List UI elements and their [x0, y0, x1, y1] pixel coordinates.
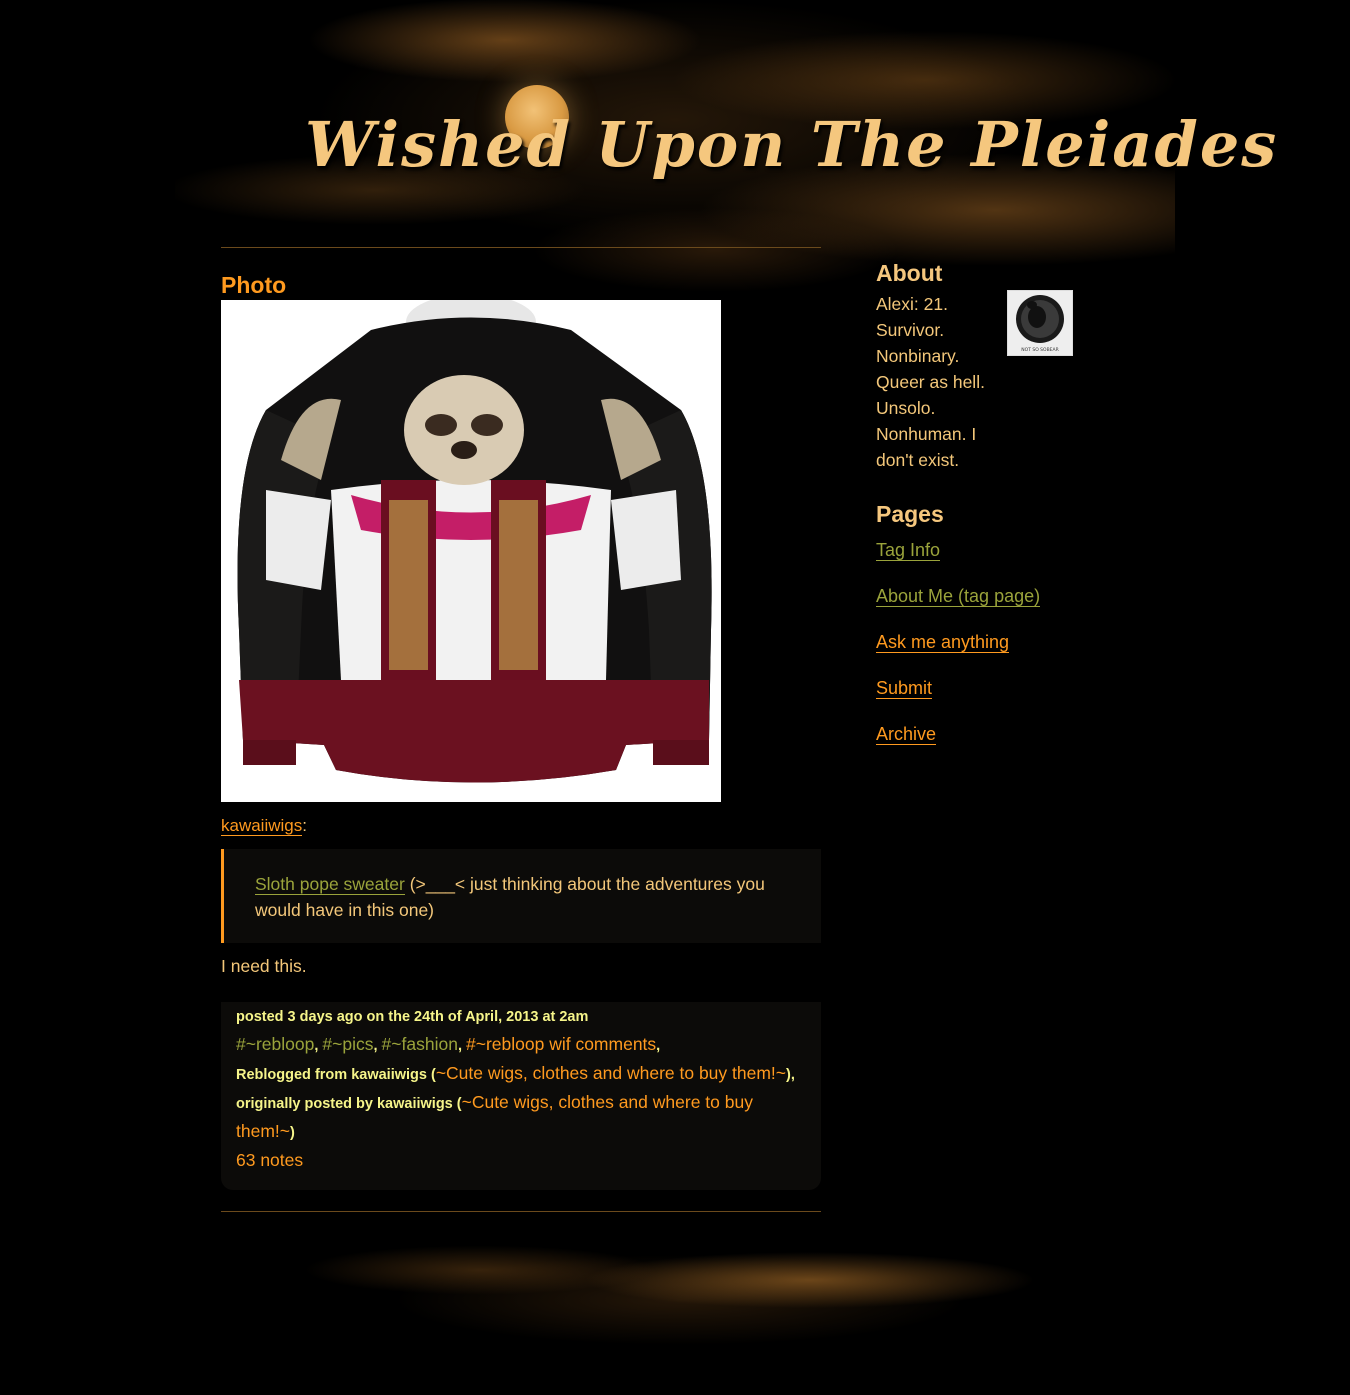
page-item: Submit [876, 675, 1076, 701]
blog-title[interactable]: Wished Upon The Pleiades [305, 108, 1278, 181]
tag-separator: , [457, 1038, 466, 1054]
quote-link[interactable]: Sloth pope sweater [255, 874, 405, 895]
about-heading: About [876, 260, 943, 286]
page-link-tag-info[interactable]: Tag Info [876, 540, 941, 561]
notes-count[interactable]: 63 notes [236, 1147, 806, 1174]
tag-link[interactable]: #~pics [322, 1034, 373, 1054]
post-photo[interactable] [221, 300, 721, 802]
pages-heading: Pages [876, 501, 944, 527]
post-type-label: Photo [221, 272, 287, 298]
post-quote: Sloth pope sweater (>___< just thinking … [221, 849, 821, 943]
reblogged-prefix: Reblogged from kawaiiwigs ( [236, 1067, 436, 1083]
reblog-info: Reblogged from kawaiiwigs (~Cute wigs, c… [236, 1060, 806, 1147]
source-colon: : [302, 816, 307, 835]
page-link-about-me[interactable]: About Me (tag page) [876, 586, 1041, 607]
page-item: Tag Info [876, 537, 1076, 563]
post-meta: posted 3 days ago on the 24th of April, … [221, 1002, 821, 1190]
sidebar: About NOT SO SOBEAR Alexi: 21. Survivor.… [876, 258, 1076, 767]
page-link-archive[interactable]: Archive [876, 724, 937, 745]
page-link-submit[interactable]: Submit [876, 678, 933, 699]
tag-separator: , [373, 1038, 382, 1054]
posted-date[interactable]: posted 3 days ago on the 24th of April, … [236, 1004, 806, 1031]
originally-suffix: ) [290, 1125, 295, 1141]
tag-link[interactable]: #~rebloop wif comments [466, 1034, 656, 1054]
page-item: Archive [876, 721, 1076, 747]
sloth-pope-sweater-image [221, 300, 721, 802]
page-item: Ask me anything [876, 629, 1076, 655]
tag-link[interactable]: #~fashion [382, 1034, 458, 1054]
post-caption: I need this. [221, 956, 307, 976]
page-item: About Me (tag page) [876, 583, 1076, 609]
avatar-caption: NOT SO SOBEAR [1021, 347, 1058, 353]
divider-top [221, 247, 821, 248]
page-link-ask[interactable]: Ask me anything [876, 632, 1010, 653]
pages-section: Pages Tag Info About Me (tag page) Ask m… [876, 499, 1076, 747]
divider-bottom [221, 1211, 821, 1212]
post-column: Photo kawaiiwigs: Sloth pope sweater (>_… [221, 247, 821, 1212]
tag-list: #~rebloop, #~pics, #~fashion, #~rebloop … [236, 1031, 806, 1060]
reblogged-link[interactable]: ~Cute wigs, clothes and where to buy the… [436, 1063, 786, 1083]
tag-separator: , [656, 1038, 661, 1054]
source-user-link[interactable]: kawaiiwigs [221, 816, 303, 836]
about-section: NOT SO SOBEAR Alexi: 21. Survivor. Nonbi… [876, 290, 1076, 473]
about-text-first: Alexi: 21. Survivor. Nonbinary. Queer as… [876, 291, 1006, 473]
clouds-bottom [280, 1210, 1080, 1360]
reblog-source-line: kawaiiwigs: [221, 816, 821, 836]
avatar: NOT SO SOBEAR [1007, 290, 1073, 356]
avatar-image: NOT SO SOBEAR [1008, 291, 1072, 355]
about-text: Alexi: 21. Survivor. Nonbinary. Queer as… [876, 294, 985, 470]
tag-link[interactable]: #~rebloop [236, 1034, 314, 1054]
pages-list: Tag Info About Me (tag page) Ask me anyt… [876, 537, 1076, 747]
